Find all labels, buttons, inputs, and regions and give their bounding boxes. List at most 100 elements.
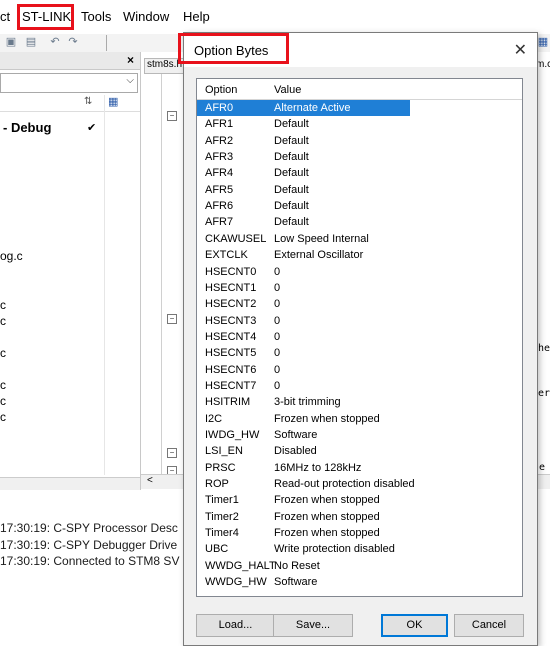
- option-value[interactable]: 0: [274, 266, 280, 278]
- option-value[interactable]: Default: [274, 167, 309, 179]
- option-row[interactable]: HSECNT0 0: [197, 264, 522, 280]
- tab-right[interactable]: m.c: [536, 59, 550, 70]
- option-row[interactable]: IWDG_HW Software: [197, 427, 522, 443]
- code-fragment: er: [538, 388, 550, 399]
- load-button[interactable]: Load...: [196, 614, 275, 637]
- option-value[interactable]: 0: [274, 347, 280, 359]
- column-header-value[interactable]: Value: [274, 84, 301, 96]
- option-value[interactable]: 0: [274, 298, 280, 310]
- workspace-config-select[interactable]: ⌵: [0, 73, 138, 93]
- close-icon[interactable]: ✕: [514, 40, 527, 60]
- option-value[interactable]: 0: [274, 331, 280, 343]
- fold-toggle-icon[interactable]: −: [167, 448, 177, 458]
- option-value[interactable]: Default: [274, 184, 309, 196]
- option-row[interactable]: WWDG_HALT No Reset: [197, 558, 522, 574]
- option-row[interactable]: ROP Read-out protection disabled: [197, 476, 522, 492]
- workspace-item-file[interactable]: og.c: [0, 249, 23, 263]
- option-value[interactable]: Default: [274, 216, 309, 228]
- option-row[interactable]: AFR7 Default: [197, 214, 522, 230]
- column-header-option[interactable]: Option: [205, 84, 237, 96]
- option-row[interactable]: AFR2 Default: [197, 133, 522, 149]
- option-value[interactable]: 0: [274, 380, 280, 392]
- option-value[interactable]: Default: [274, 118, 309, 130]
- cancel-button[interactable]: Cancel: [454, 614, 524, 637]
- option-bytes-list[interactable]: Option Value AFR0 Alternate Active AFR1 Def…: [196, 78, 523, 597]
- option-value[interactable]: Frozen when stopped: [274, 527, 380, 539]
- option-row[interactable]: CKAWUSEL Low Speed Internal: [197, 231, 522, 247]
- workspace-item-debug[interactable]: - Debug: [3, 120, 51, 135]
- option-row[interactable]: EXTCLK External Oscillator: [197, 247, 522, 263]
- redo-icon[interactable]: ↷: [66, 36, 80, 49]
- option-value[interactable]: Low Speed Internal: [274, 233, 369, 245]
- option-row[interactable]: AFR4 Default: [197, 165, 522, 181]
- option-row[interactable]: HSECNT6 0: [197, 362, 522, 378]
- workspace-item-file[interactable]: c: [0, 394, 6, 408]
- option-value[interactable]: Default: [274, 151, 309, 163]
- scroll-left-icon[interactable]: <: [147, 475, 153, 486]
- option-value[interactable]: Disabled: [274, 445, 317, 457]
- option-value[interactable]: No Reset: [274, 560, 320, 572]
- workspace-item-file[interactable]: c: [0, 298, 6, 312]
- option-row[interactable]: WWDG_HW Software: [197, 574, 522, 590]
- option-row[interactable]: AFR3 Default: [197, 149, 522, 165]
- menu-window[interactable]: Window: [123, 9, 169, 24]
- option-value[interactable]: Frozen when stopped: [274, 494, 380, 506]
- option-row[interactable]: UBC Write protection disabled: [197, 541, 522, 557]
- option-row[interactable]: Timer2 Frozen when stopped: [197, 509, 522, 525]
- toolbar-icon-right[interactable]: ▦: [536, 36, 550, 49]
- undo-icon[interactable]: ↶: [48, 36, 62, 49]
- option-row[interactable]: HSECNT3 0: [197, 313, 522, 329]
- option-value[interactable]: 0: [274, 315, 280, 327]
- option-row[interactable]: Timer4 Frozen when stopped: [197, 525, 522, 541]
- option-row[interactable]: AFR6 Default: [197, 198, 522, 214]
- option-value[interactable]: 0: [274, 282, 280, 294]
- option-value[interactable]: Alternate Active: [274, 102, 350, 114]
- fold-toggle-icon[interactable]: −: [167, 111, 177, 121]
- option-value[interactable]: Software: [274, 576, 317, 588]
- option-row[interactable]: AFR1 Default: [197, 116, 522, 132]
- option-value[interactable]: 0: [274, 364, 280, 376]
- option-value[interactable]: Frozen when stopped: [274, 511, 380, 523]
- paste-icon[interactable]: ▤: [24, 36, 38, 49]
- workspace-header: ×: [0, 52, 140, 70]
- ok-button[interactable]: OK: [381, 614, 448, 637]
- option-value[interactable]: External Oscillator: [274, 249, 363, 261]
- option-row[interactable]: Timer1 Frozen when stopped: [197, 492, 522, 508]
- option-name: AFR6: [205, 200, 234, 213]
- code-fragment: he: [538, 343, 550, 354]
- copy-icon[interactable]: ▣: [4, 36, 18, 49]
- workspace-item-file[interactable]: c: [0, 378, 6, 392]
- workspace-item-file[interactable]: c: [0, 410, 6, 424]
- log-line: 17:30:19: C-SPY Processor Desc: [0, 521, 178, 535]
- option-name: AFR0: [205, 102, 234, 114]
- option-value[interactable]: Software: [274, 429, 317, 441]
- option-row[interactable]: AFR5 Default: [197, 182, 522, 198]
- option-row[interactable]: LSI_EN Disabled: [197, 443, 522, 459]
- close-icon[interactable]: ×: [127, 53, 134, 67]
- option-value[interactable]: Read-out protection disabled: [274, 478, 415, 490]
- option-row[interactable]: HSECNT2 0: [197, 296, 522, 312]
- option-row[interactable]: HSITRIM 3-bit trimming: [197, 394, 522, 410]
- option-row[interactable]: HSECNT5 0: [197, 345, 522, 361]
- option-value[interactable]: Write protection disabled: [274, 543, 395, 555]
- menu-project[interactable]: ct: [0, 9, 10, 24]
- option-row[interactable]: HSECNT7 0: [197, 378, 522, 394]
- save-button[interactable]: Save...: [273, 614, 353, 637]
- fold-toggle-icon[interactable]: −: [167, 314, 177, 324]
- option-name: AFR2: [205, 134, 234, 147]
- workspace-item-file[interactable]: c: [0, 346, 6, 360]
- option-row[interactable]: AFR0 Alternate Active: [197, 100, 410, 116]
- option-value[interactable]: Default: [274, 200, 309, 212]
- option-value[interactable]: 3-bit trimming: [274, 396, 341, 408]
- horizontal-scrollbar[interactable]: [0, 477, 140, 490]
- option-value[interactable]: 16MHz to 128kHz: [274, 462, 361, 474]
- workspace-item-file[interactable]: c: [0, 314, 6, 328]
- option-row[interactable]: PRSC 16MHz to 128kHz: [197, 460, 522, 476]
- option-row[interactable]: HSECNT4 0: [197, 329, 522, 345]
- option-value[interactable]: Frozen when stopped: [274, 413, 380, 425]
- menu-tools[interactable]: Tools: [81, 9, 111, 24]
- menu-help[interactable]: Help: [183, 9, 210, 24]
- option-row[interactable]: HSECNT1 0: [197, 280, 522, 296]
- option-row[interactable]: I2C Frozen when stopped: [197, 411, 522, 427]
- option-value[interactable]: Default: [274, 135, 309, 147]
